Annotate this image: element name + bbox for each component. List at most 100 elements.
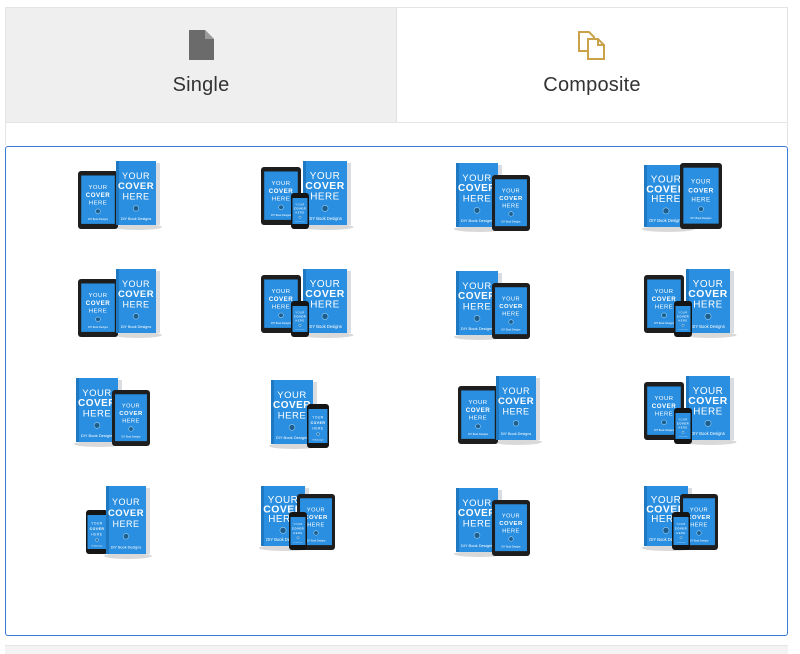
svg-text:COVER: COVER <box>675 526 687 530</box>
svg-text:HERE: HERE <box>89 201 107 207</box>
svg-text:COVER: COVER <box>499 304 523 310</box>
mockup-book-phone-tablet[interactable]: YOUR COVER HERE DIY Book Designs YOUR CO… <box>251 482 361 562</box>
mockup-tablet-and-book[interactable]: YOUR COVER HERE DIY Book Designs YOUR CO… <box>64 157 174 237</box>
tab-single-label: Single <box>172 74 230 96</box>
svg-text:HERE: HERE <box>122 191 149 201</box>
svg-text:HERE: HERE <box>122 418 140 424</box>
svg-text:HERE: HERE <box>693 299 722 310</box>
svg-text:HERE: HERE <box>295 319 304 323</box>
mockup-phone-and-book[interactable]: YOUR COVER HERE DIY Book Designs YOUR CO… <box>64 482 174 562</box>
svg-text:COVER: COVER <box>108 508 144 519</box>
tab-composite[interactable]: Composite <box>397 8 787 122</box>
svg-text:DIY Book Designs: DIY Book Designs <box>276 435 308 440</box>
svg-text:COVER: COVER <box>677 314 689 318</box>
mockup-image: YOUR COVER HERE DIY Book Designs YOUR CO… <box>453 271 530 340</box>
mockup-book-phone-tablet-2[interactable]: YOUR COVER HERE DIY Book Designs YOUR CO… <box>634 482 744 562</box>
svg-text:HERE: HERE <box>502 311 520 317</box>
svg-text:COVER: COVER <box>90 527 105 531</box>
svg-text:DIY Book Designs: DIY Book Designs <box>308 216 342 221</box>
svg-text:HERE: HERE <box>293 531 302 535</box>
svg-text:HERE: HERE <box>678 319 687 323</box>
svg-text:COVER: COVER <box>86 192 111 199</box>
mockup-image: YOUR COVER HERE DIY Book Designs YOUR CO… <box>261 161 354 230</box>
svg-text:HERE: HERE <box>691 196 710 203</box>
mockup-image: YOUR COVER HERE DIY Book Designs YOUR CO… <box>261 269 354 338</box>
mockup-tablet-phone-and-book[interactable]: YOUR COVER HERE DIY Book Designs YOUR CO… <box>251 157 361 237</box>
svg-text:DIY Book Designs: DIY Book Designs <box>649 218 683 223</box>
mockup-image: YOUR COVER HERE DIY Book Designs YOUR CO… <box>268 380 329 449</box>
mockup-book-and-ereader-front[interactable]: YOUR COVER HERE DIY Book Designs YOUR CO… <box>64 372 174 452</box>
svg-text:HERE: HERE <box>502 203 520 209</box>
svg-text:DIY Book Designs: DIY Book Designs <box>679 329 688 331</box>
tab-single[interactable]: Single <box>6 8 397 122</box>
svg-text:YOUR: YOUR <box>271 181 290 187</box>
documents-stack-icon <box>576 28 608 62</box>
svg-text:HERE: HERE <box>122 299 149 309</box>
svg-text:YOUR: YOUR <box>690 507 708 513</box>
svg-text:DIY Book Designs: DIY Book Designs <box>121 325 152 329</box>
tab-panel-spacer <box>5 123 788 145</box>
svg-text:DIY Book Designs: DIY Book Designs <box>461 543 493 548</box>
mockup-book-and-large-tablet[interactable]: YOUR COVER HERE DIY Book Designs YOUR CO… <box>634 157 744 237</box>
svg-text:YOUR: YOUR <box>88 293 107 299</box>
svg-text:YOUR: YOUR <box>468 400 487 406</box>
mockup-book-and-tablet[interactable]: YOUR COVER HERE DIY Book Designs YOUR CO… <box>444 482 554 562</box>
svg-text:DIY Book Designs: DIY Book Designs <box>81 433 113 438</box>
mockup-ereader-and-book[interactable]: YOUR COVER HERE DIY Book Designs YOUR CO… <box>64 265 174 345</box>
mockup-image: YOUR COVER HERE DIY Book Designs YOUR CO… <box>78 161 162 230</box>
svg-text:COVER: COVER <box>119 411 143 417</box>
svg-text:COVER: COVER <box>499 196 523 202</box>
mockup-tablet-phone-book-3[interactable]: YOUR COVER HERE DIY Book Designs YOUR CO… <box>634 265 744 345</box>
svg-text:HERE: HERE <box>278 410 306 421</box>
svg-text:DIY Book Designs: DIY Book Designs <box>461 218 493 223</box>
svg-text:HERE: HERE <box>89 309 107 315</box>
svg-text:COVER: COVER <box>304 515 328 521</box>
svg-text:HERE: HERE <box>502 528 520 534</box>
document-icon <box>187 28 215 62</box>
svg-text:YOUR: YOUR <box>271 289 290 295</box>
svg-text:HERE: HERE <box>91 532 102 536</box>
svg-text:HERE: HERE <box>655 412 673 418</box>
svg-text:HERE: HERE <box>676 531 685 535</box>
mockup-book-and-ereader-2[interactable]: YOUR COVER HERE DIY Book Designs YOUR CO… <box>444 265 554 345</box>
svg-text:COVER: COVER <box>292 526 304 530</box>
svg-text:YOUR: YOUR <box>122 171 150 181</box>
mockup-image: YOUR COVER HERE DIY Book Designs YOUR CO… <box>453 163 530 232</box>
svg-text:YOUR: YOUR <box>122 279 150 289</box>
svg-text:YOUR: YOUR <box>654 289 673 295</box>
svg-text:HERE: HERE <box>272 197 290 203</box>
mockup-book-and-ereader[interactable]: YOUR COVER HERE DIY Book Designs YOUR CO… <box>444 157 554 237</box>
svg-text:YOUR: YOUR <box>122 403 140 409</box>
svg-text:YOUR: YOUR <box>88 185 107 191</box>
svg-text:DIY Book Designs: DIY Book Designs <box>296 329 305 331</box>
svg-text:HERE: HERE <box>502 406 529 416</box>
svg-text:COVER: COVER <box>652 296 677 303</box>
svg-text:DIY Book Designs: DIY Book Designs <box>111 546 142 550</box>
svg-text:DIY Book Designs: DIY Book Designs <box>88 218 109 221</box>
svg-text:HERE: HERE <box>307 522 325 528</box>
svg-text:HERE: HERE <box>655 305 673 311</box>
svg-text:YOUR: YOUR <box>91 522 103 526</box>
svg-text:HERE: HERE <box>112 519 139 529</box>
svg-text:YOUR: YOUR <box>678 310 688 314</box>
tab-composite-label: Composite <box>543 74 641 96</box>
svg-text:YOUR: YOUR <box>654 396 673 402</box>
svg-text:HERE: HERE <box>651 194 680 205</box>
svg-text:YOUR: YOUR <box>502 513 520 519</box>
svg-text:COVER: COVER <box>688 187 714 194</box>
svg-text:COVER: COVER <box>294 206 306 210</box>
svg-text:DIY Book Designs: DIY Book Designs <box>690 216 712 220</box>
svg-text:YOUR: YOUR <box>676 522 686 526</box>
mockup-book-and-phone[interactable]: YOUR COVER HERE DIY Book Designs YOUR CO… <box>251 372 361 452</box>
mockup-tablet-phone-book-4[interactable]: YOUR COVER HERE DIY Book Designs YOUR CO… <box>634 372 744 452</box>
svg-text:DIY Book Designs: DIY Book Designs <box>502 546 522 548</box>
mockup-image: YOUR COVER HERE DIY Book Designs YOUR CO… <box>73 378 150 447</box>
mockup-tablet-and-book-2[interactable]: YOUR COVER HERE DIY Book Designs YOUR CO… <box>444 372 554 452</box>
svg-text:COVER: COVER <box>652 403 677 410</box>
mockup-image: YOUR COVER HERE DIY Book Designs YOUR CO… <box>644 376 737 445</box>
svg-text:YOUR: YOUR <box>502 188 520 194</box>
svg-text:HERE: HERE <box>272 305 290 311</box>
svg-text:HERE: HERE <box>690 522 708 528</box>
svg-text:DIY Book Designs: DIY Book Designs <box>312 439 323 441</box>
mockup-tablet-phone-book-2[interactable]: YOUR COVER HERE DIY Book Designs YOUR CO… <box>251 265 361 345</box>
